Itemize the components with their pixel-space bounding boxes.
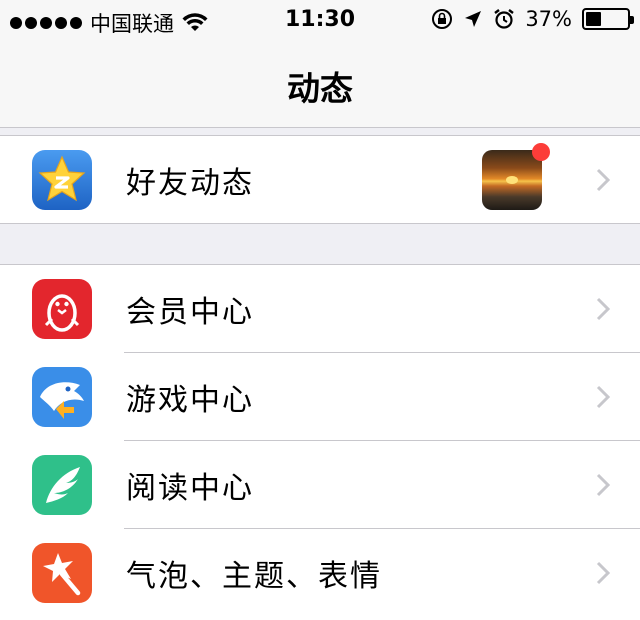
services-group: 会员中心 游戏中心 阅读中心 气泡、主题、表情 [0, 264, 640, 620]
chevron-right-icon [596, 473, 610, 497]
list-item-game-center[interactable]: 游戏中心 [0, 353, 640, 441]
qzone-star-icon [32, 150, 92, 210]
orientation-lock-icon [432, 9, 453, 29]
penguin-icon [32, 279, 92, 339]
navigation-bar: 动态 [0, 40, 640, 128]
feed-thumbnail [482, 150, 542, 210]
list-item-label: 好友动态 [126, 166, 254, 201]
status-right: 37% [431, 7, 634, 31]
list-item-label: 气泡、主题、表情 [126, 559, 382, 594]
list-item-label: 会员中心 [126, 295, 254, 330]
page-title: 动态 [287, 69, 353, 108]
chevron-right-icon [596, 297, 610, 321]
status-bar: 中国联通 11:30 37% [0, 0, 640, 40]
notification-badge [532, 143, 550, 161]
battery-fill [586, 12, 601, 26]
battery-icon [582, 8, 634, 30]
chevron-right-icon [596, 385, 610, 409]
feather-book-icon [32, 455, 92, 515]
game-shark-icon [32, 367, 92, 427]
list-item-reading-center[interactable]: 阅读中心 [0, 441, 640, 529]
list-item-label: 阅读中心 [126, 471, 254, 506]
battery-percent: 37% [525, 7, 572, 31]
magic-wand-star-icon [32, 543, 92, 603]
list-item-themes[interactable]: 气泡、主题、表情 [0, 529, 640, 617]
location-arrow-icon [465, 11, 482, 27]
alarm-icon [494, 9, 515, 29]
chevron-right-icon [596, 561, 610, 585]
list-item-vip-center[interactable]: 会员中心 [0, 265, 640, 353]
list-item-label: 游戏中心 [126, 383, 254, 418]
chevron-right-icon [596, 168, 610, 192]
